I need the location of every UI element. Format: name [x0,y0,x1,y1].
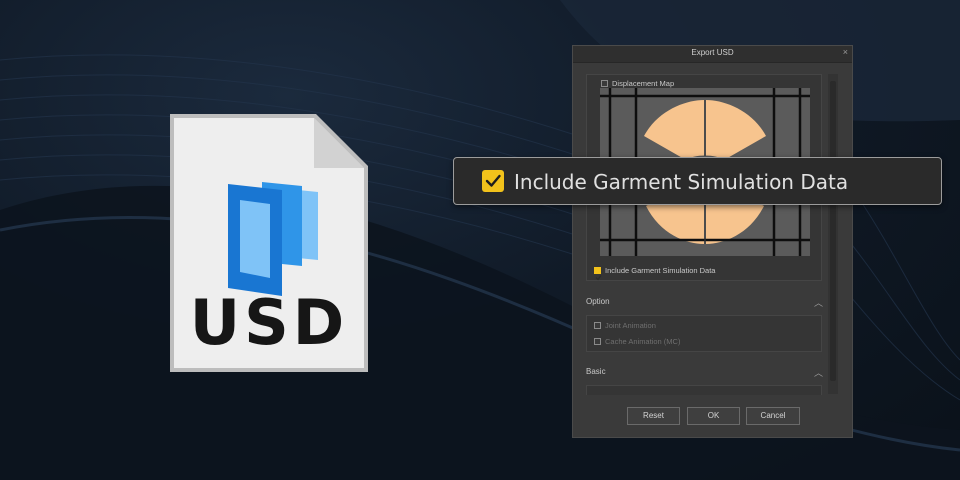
cache-animation-label: Cache Animation (MC) [605,337,681,346]
chevron-up-icon[interactable]: ︿ [814,366,823,379]
checkmark-icon [485,174,501,187]
usd-label: USD [189,286,349,359]
export-usd-dialog: Export USD × Displacement Map Include Ga… [572,45,853,438]
option-panel: Joint Animation Cache Animation (MC) [586,315,822,352]
garment-data-callout: Include Garment Simulation Data [453,157,942,205]
displacement-map-checkbox[interactable] [601,80,608,87]
reset-button[interactable]: Reset [627,407,680,425]
basic-panel [586,385,822,395]
joint-animation-label: Joint Animation [605,321,656,330]
checkmark-icon [595,275,602,281]
chevron-up-icon[interactable]: ︿ [814,296,823,309]
dialog-title: Export USD [691,48,734,57]
canvas: USD Export USD × Displacement Map Includ… [0,0,960,480]
cache-animation-checkbox[interactable] [594,338,601,345]
include-garment-label: Include Garment Simulation Data [605,266,716,275]
displacement-map-label: Displacement Map [612,79,675,88]
dialog-titlebar[interactable]: Export USD × [573,46,852,63]
close-icon[interactable]: × [843,47,848,57]
callout-label: Include Garment Simulation Data [514,170,849,194]
scrollbar-thumb[interactable] [830,81,836,381]
ok-button[interactable]: OK [687,407,740,425]
callout-checkbox[interactable] [482,170,504,192]
cancel-button[interactable]: Cancel [746,407,800,425]
option-section-title: Option [586,297,610,306]
basic-section-title: Basic [586,367,606,376]
joint-animation-checkbox[interactable] [594,322,601,329]
include-garment-checkbox[interactable] [594,267,602,281]
